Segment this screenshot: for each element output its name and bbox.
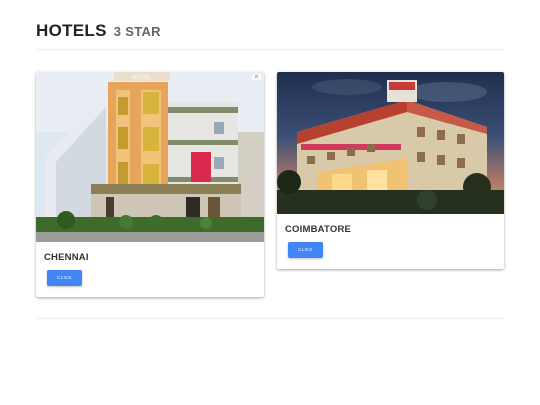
hotel-card-coimbatore: COIMBATORE CLICK (277, 72, 504, 269)
page-header: HOTELS 3 STAR (36, 21, 504, 41)
page-title: HOTELS 3 STAR (36, 21, 504, 41)
hotel-photo-chennai: HOTEL ⊡ (36, 72, 264, 242)
photo-corner-icon: ⊡ (252, 74, 261, 80)
page-subtitle: 3 STAR (113, 24, 161, 39)
hotel-photo-coimbatore (277, 72, 504, 214)
chennai-click-button[interactable]: CLICK (47, 270, 82, 286)
coimbatore-click-button[interactable]: CLICK (288, 242, 323, 258)
page-title-text: HOTELS (36, 21, 107, 40)
hotel-sign-text: HOTEL (132, 76, 153, 82)
footer-divider (36, 318, 504, 319)
hotel-city-label: COIMBATORE (285, 224, 352, 235)
hotel-city-label: CHENNAI (44, 252, 89, 263)
header-divider (36, 49, 504, 50)
hotel-card-chennai: HOTEL ⊡ CHENNAI CLICK (36, 72, 264, 297)
